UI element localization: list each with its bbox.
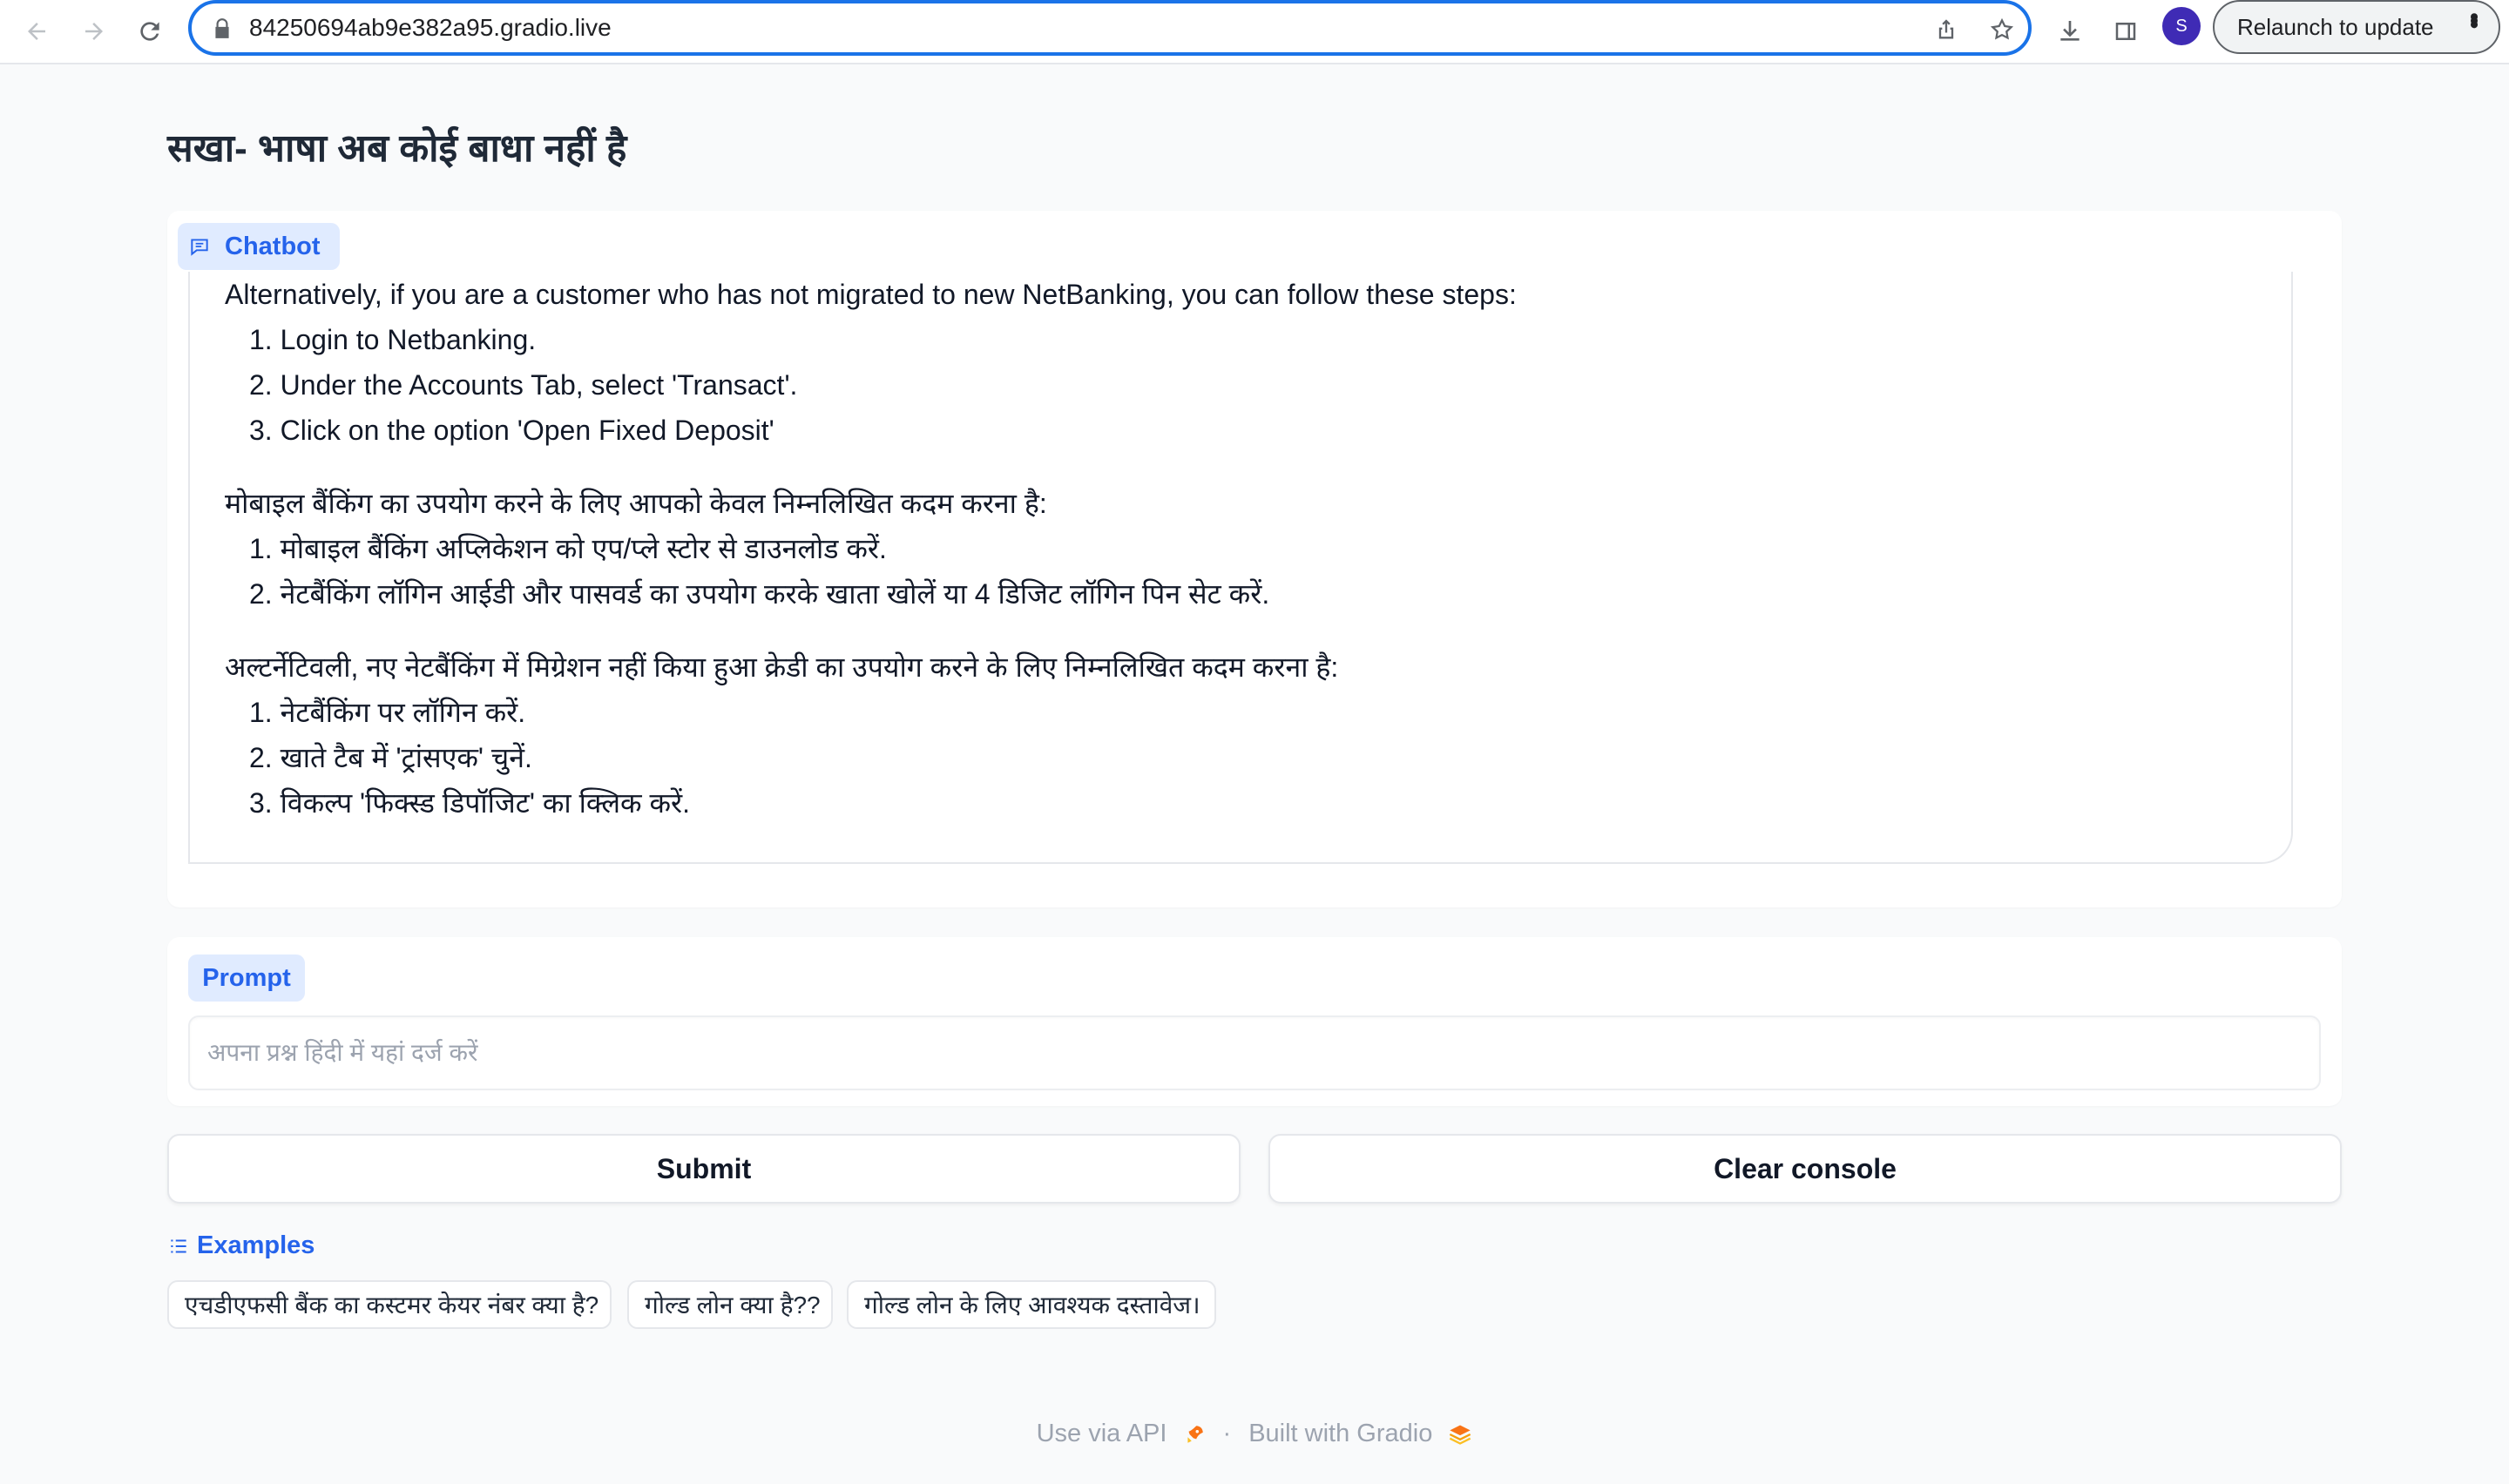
steps-list: 1. Login to Netbanking. 2. Under the Acc… xyxy=(225,317,2263,453)
lock-icon xyxy=(215,18,229,38)
list-item: 3. Click on the option 'Open Fixed Depos… xyxy=(249,415,774,446)
chat-messages[interactable]: Alternatively, if you are a customer who… xyxy=(188,272,2293,864)
reload-button[interactable] xyxy=(125,7,174,56)
download-icon[interactable] xyxy=(2046,7,2094,56)
reload-icon xyxy=(140,22,159,41)
rocket-icon xyxy=(1187,1426,1203,1444)
gradio-logo-icon xyxy=(1450,1425,1471,1446)
arrow-right-icon xyxy=(85,23,103,40)
bot-message-hindi-alt: अल्टर्नेटिवली, नए नेटबैंकिंग में मिग्रेश… xyxy=(225,644,2263,826)
list-item: 1. नेटबैंकिंग पर लॉगिन करें. xyxy=(249,697,526,728)
browser-toolbar: 84250694ab9e382a95.gradio.live S Relaunc… xyxy=(0,0,2509,64)
message-paragraph: अल्टर्नेटिवली, नए नेटबैंकिंग में मिग्रेश… xyxy=(225,651,1339,683)
list-item: 2. Under the Accounts Tab, select 'Trans… xyxy=(249,369,798,401)
steps-list: 1. नेटबैंकिंग पर लॉगिन करें. 2. खाते टैब… xyxy=(225,690,2263,826)
api-link-text: Use via API xyxy=(1036,1420,1167,1447)
example-item[interactable]: गोल्ड लोन क्या है?? xyxy=(627,1280,833,1329)
message-paragraph: मोबाइल बैंकिंग का उपयोग करने के लिए आपको… xyxy=(225,488,1047,519)
steps-list: 1. मोबाइल बैंकिंग अप्लिकेशन को एप/प्ले स… xyxy=(225,526,2263,617)
bookmark-star-icon[interactable] xyxy=(1985,12,2019,47)
examples-label: Examples xyxy=(197,1231,315,1259)
share-icon[interactable] xyxy=(1929,12,1964,47)
chat-bubble-icon xyxy=(191,239,208,256)
more-options-icon[interactable]: ••• xyxy=(2459,12,2488,24)
list-item: 2. नेटबैंकिंग लॉगिन आईडी और पासवर्ड का उ… xyxy=(249,578,1270,610)
example-item[interactable]: एचडीएफसी बैंक का कस्टमर केयर नंबर क्या ह… xyxy=(167,1280,612,1329)
chatbot-label-text: Chatbot xyxy=(225,232,321,260)
examples-header: Examples xyxy=(167,1231,314,1260)
bot-message-hindi-mobile: मोबाइल बैंकिंग का उपयोग करने के लिए आपको… xyxy=(225,481,2263,617)
relaunch-button[interactable]: Relaunch to update ••• xyxy=(2213,0,2500,54)
bot-message-english: Alternatively, if you are a customer who… xyxy=(225,272,2263,453)
list-item: 1. Login to Netbanking. xyxy=(249,324,537,355)
list-item: 3. विकल्प 'फिक्स्ड डिपॉजिट' का क्लिक करे… xyxy=(249,787,691,819)
profile-avatar[interactable]: S xyxy=(2162,7,2201,45)
built-with-text: Built with Gradio xyxy=(1248,1420,1433,1447)
arrow-left-icon xyxy=(28,23,45,40)
message-paragraph: Alternatively, if you are a customer who… xyxy=(225,279,1517,310)
address-bar[interactable]: 84250694ab9e382a95.gradio.live xyxy=(188,0,2032,56)
side-panel-icon[interactable] xyxy=(2101,7,2150,56)
footer-separator: · xyxy=(1222,1420,1232,1447)
clear-console-button[interactable]: Clear console xyxy=(1268,1134,2342,1204)
submit-button[interactable]: Submit xyxy=(167,1134,1241,1204)
relaunch-label: Relaunch to update xyxy=(2237,13,2434,40)
chatbot-label: Chatbot xyxy=(178,223,340,270)
built-with-gradio-link[interactable]: Built with Gradio xyxy=(1248,1420,1472,1448)
footer: Use via API · Built with Gradio xyxy=(0,1420,2509,1448)
list-item: 2. खाते टैब में 'ट्रांसएक' चुनें. xyxy=(249,742,532,773)
prompt-input[interactable] xyxy=(188,1015,2321,1090)
back-button[interactable] xyxy=(12,7,61,56)
forward-button[interactable] xyxy=(70,7,118,56)
url-text: 84250694ab9e382a95.gradio.live xyxy=(249,14,612,41)
use-via-api-link[interactable]: Use via API xyxy=(1037,1420,1206,1448)
example-item[interactable]: गोल्ड लोन के लिए आवश्यक दस्तावेज। xyxy=(847,1280,1216,1329)
prompt-label: Prompt xyxy=(188,954,305,1002)
list-icon xyxy=(171,1239,186,1252)
page-title: सखा- भाषा अब कोई बाधा नहीं है xyxy=(167,127,627,170)
list-item: 1. मोबाइल बैंकिंग अप्लिकेशन को एप/प्ले स… xyxy=(249,533,887,564)
